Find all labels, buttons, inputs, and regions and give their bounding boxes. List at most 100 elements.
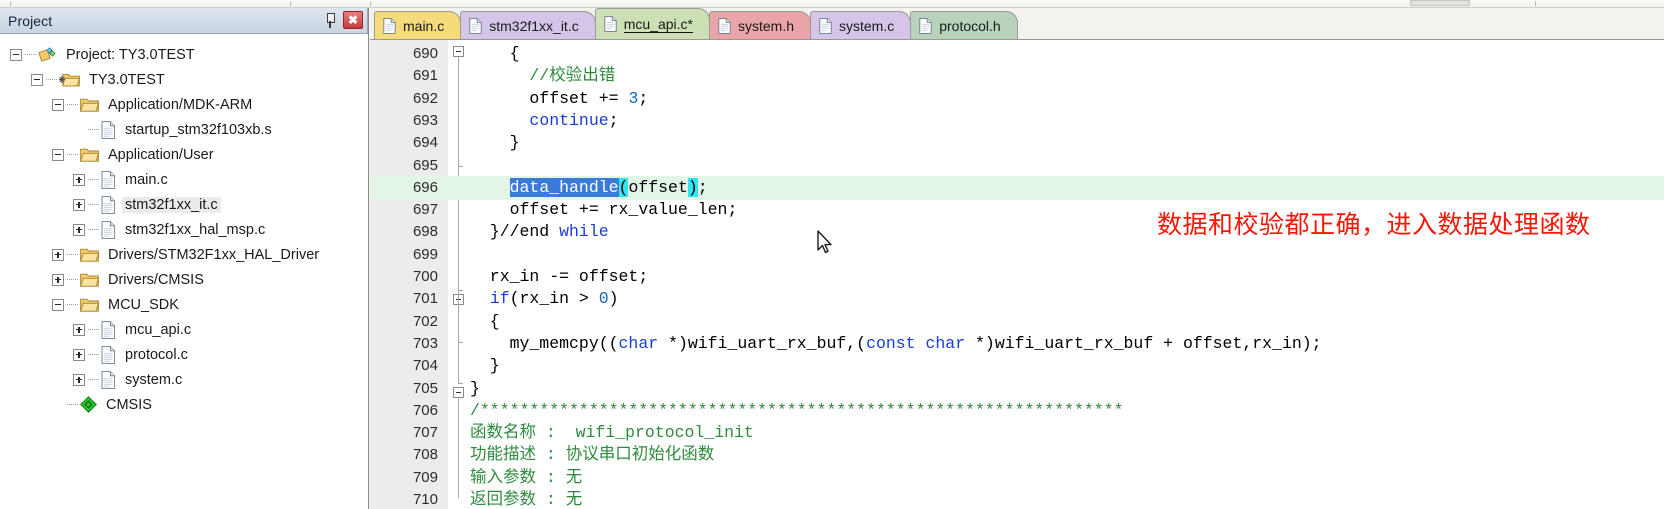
tree-item-startup-stm32f103xb-s[interactable]: startup_stm32f103xb.s <box>10 117 368 142</box>
tree-item-label: Drivers/CMSIS <box>108 271 204 288</box>
line-number: 706 <box>412 401 438 419</box>
tree-connector <box>67 104 78 105</box>
collapse-icon[interactable] <box>31 73 43 86</box>
line-number: 693 <box>412 111 438 129</box>
code-line: 709 输入参数 : 无 <box>370 466 1664 490</box>
code-line: 708 功能描述 : 协议串口初始化函数 <box>370 443 1664 467</box>
code-text: }//end while <box>470 222 609 242</box>
collapse-icon[interactable] <box>52 298 64 311</box>
expand-icon[interactable] <box>52 248 64 261</box>
tab-label: stm32f1xx_it.c <box>489 17 579 34</box>
expand-icon[interactable] <box>73 173 85 186</box>
line-number: 692 <box>412 89 438 107</box>
collapse-icon[interactable] <box>10 48 22 61</box>
tree-item-stm32f1xx-hal-msp-c[interactable]: stm32f1xx_hal_msp.c <box>10 217 368 242</box>
collapse-icon[interactable] <box>52 98 64 111</box>
pin-icon[interactable] <box>323 11 337 29</box>
code-text: //校验出错 <box>470 66 616 86</box>
line-number: 707 <box>412 424 438 442</box>
code-line: 706 /************************************… <box>370 399 1664 423</box>
code-line: 700 rx_in -= offset; <box>370 265 1664 289</box>
folder-icon <box>80 98 99 112</box>
tree-connector <box>67 254 78 255</box>
file-icon <box>469 17 482 34</box>
expand-icon[interactable] <box>73 373 85 386</box>
tree-connector <box>25 54 36 55</box>
line-number: 701 <box>412 290 438 308</box>
tree-item-drivers-stm32f1xx-hal-driver[interactable]: Drivers/STM32F1xx_HAL_Driver <box>10 242 368 267</box>
tree-item-label: Application/User <box>108 146 214 163</box>
tree-item-mcu-sdk[interactable]: MCU_SDK <box>10 292 368 317</box>
line-number: 705 <box>412 379 438 397</box>
file-icon <box>101 195 116 214</box>
tree-item-stm32f1xx-it-c[interactable]: stm32f1xx_it.c <box>10 192 368 217</box>
code-text: rx_in -= offset; <box>470 267 649 286</box>
tree-item-project-ty3-0test[interactable]: Project: TY3.0TEST <box>10 42 368 67</box>
expand-icon[interactable] <box>73 323 85 336</box>
expand-icon[interactable] <box>73 348 85 361</box>
code-text: continue; <box>529 110 619 130</box>
tree-connector <box>88 329 99 330</box>
project-icon <box>38 46 56 62</box>
tree-item-application-user[interactable]: Application/User <box>10 142 368 167</box>
folder-target-icon <box>59 74 80 87</box>
tree-connector <box>67 154 78 155</box>
annotation-text: 数据和校验都正确，进入数据处理函数 <box>1157 210 1591 239</box>
file-icon <box>819 17 832 34</box>
tree-item-system-c[interactable]: system.c <box>10 367 368 392</box>
tree-item-ty3-0test[interactable]: TY3.0TEST <box>10 67 368 92</box>
tree-item-mcu-api-c[interactable]: mcu_api.c <box>10 317 368 342</box>
code-text: if(rx_in > 0) <box>489 289 619 309</box>
panel-title: Project <box>8 12 53 29</box>
code-line: 710 返回参数 : 无 <box>370 488 1664 509</box>
code-area[interactable]: 690 {691 //校验出错 692 offset += 3; 693 conti… <box>370 40 1664 509</box>
tree-item-label: startup_stm32f103xb.s <box>125 121 272 138</box>
tab-main-c[interactable]: main.c <box>374 11 462 39</box>
code-text: 功能描述 : 协议串口初始化函数 <box>470 445 715 465</box>
tree-connector <box>67 279 78 280</box>
tree-item-main-c[interactable]: main.c <box>10 167 368 192</box>
toolbar-strip <box>0 0 1664 8</box>
tab-stm32f1xx-it-c[interactable]: stm32f1xx_it.c <box>460 11 596 39</box>
tab-mcu-api-c-[interactable]: mcu_api.c* <box>594 8 710 39</box>
tree-item-protocol-c[interactable]: protocol.c <box>10 342 368 367</box>
code-text: { <box>470 311 500 331</box>
tree-item-application-mdk-arm[interactable]: Application/MDK-ARM <box>10 92 368 117</box>
expand-icon[interactable] <box>73 223 85 236</box>
file-icon <box>718 17 731 34</box>
tree-connector <box>88 129 99 130</box>
file-icon <box>101 370 116 389</box>
tab-protocol-h[interactable]: protocol.h <box>910 11 1018 39</box>
tab-system-h[interactable]: system.h <box>708 11 811 39</box>
tree-item-drivers-cmsis[interactable]: Drivers/CMSIS <box>10 267 368 292</box>
code-text: 函数名称 : wifi_protocol_init <box>470 423 754 443</box>
code-line: 692 offset += 3; <box>370 87 1664 111</box>
file-icon <box>101 170 116 189</box>
code-line: 702 { <box>370 310 1664 334</box>
expand-icon[interactable] <box>73 198 85 211</box>
tab-label: system.h <box>737 17 794 34</box>
tree-item-label: Drivers/STM32F1xx_HAL_Driver <box>108 246 320 263</box>
code-text: my_memcpy((char *)wifi_uart_rx_buf,(cons… <box>470 333 1322 353</box>
close-icon[interactable]: ✖ <box>343 11 363 29</box>
file-icon <box>101 345 116 364</box>
line-number: 704 <box>412 357 438 375</box>
tree-item-label: mcu_api.c <box>125 321 192 338</box>
tab-system-c[interactable]: system.c <box>810 11 912 39</box>
expand-icon[interactable] <box>52 273 64 286</box>
code-lines: 690 {691 //校验出错 692 offset += 3; 693 conti… <box>370 40 1664 509</box>
code-line: 691 //校验出错 <box>370 64 1664 88</box>
tree-item-cmsis[interactable]: CMSIS <box>10 392 368 417</box>
tab-label: main.c <box>403 17 445 34</box>
line-number: 710 <box>412 491 438 508</box>
line-number: 694 <box>412 134 438 152</box>
collapse-icon[interactable] <box>52 148 64 161</box>
folder-icon <box>80 273 99 287</box>
code-line: 699 <box>370 243 1664 267</box>
line-number: 702 <box>412 312 438 330</box>
line-number: 703 <box>412 334 438 352</box>
project-panel-titlebar: Project ✖ <box>0 8 368 34</box>
tab-label: mcu_api.c* <box>623 15 693 33</box>
ide-window: Project ✖ Project: TY3.0TEST TY3.0TEST App… <box>0 0 1664 509</box>
code-line: 704 } <box>370 354 1664 378</box>
